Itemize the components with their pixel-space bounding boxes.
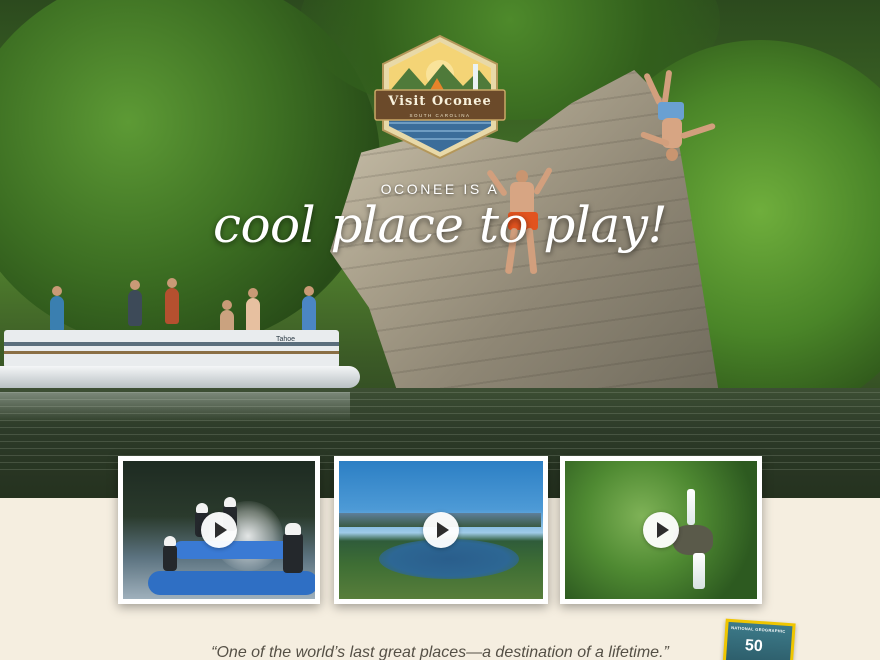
logo-subtitle: SOUTH CAROLINA xyxy=(409,113,471,118)
video-thumbnail-waterfall[interactable] xyxy=(565,461,757,599)
pontoon-boat: Tahoe xyxy=(0,278,362,422)
raft xyxy=(173,541,293,559)
boat-passenger xyxy=(165,278,179,324)
play-icon xyxy=(657,522,669,538)
boat-passenger xyxy=(302,286,316,332)
boat-stripe xyxy=(4,351,339,354)
waterfall xyxy=(693,553,705,589)
hero-headline: cool place to play! xyxy=(212,196,668,254)
boat-pontoon xyxy=(0,366,360,388)
magazine-number: 50 xyxy=(744,637,764,656)
raft xyxy=(148,571,315,595)
boat-passenger xyxy=(50,286,64,332)
helmet xyxy=(196,503,208,513)
magazine-brand: NATIONAL GEOGRAPHIC xyxy=(731,625,786,634)
waterfall xyxy=(687,489,695,525)
rock xyxy=(673,525,713,555)
magazine-cover: NATIONAL GEOGRAPHIC 50 xyxy=(725,621,793,660)
cliff-diver-upside-down xyxy=(639,69,730,165)
boat-reflection xyxy=(0,392,350,422)
national-geographic-badge[interactable]: NATIONAL GEOGRAPHIC 50 xyxy=(722,618,796,660)
video-card-lake[interactable] xyxy=(334,456,548,604)
testimonial-quote: “One of the world’s last great places—a … xyxy=(211,644,669,660)
play-icon xyxy=(215,522,227,538)
logo-title: Visit Oconee xyxy=(388,94,492,109)
play-button[interactable] xyxy=(201,512,237,548)
video-thumbnail-lake[interactable] xyxy=(339,461,543,599)
helmet xyxy=(164,536,176,546)
rafter xyxy=(283,533,303,573)
hero-kicker: OCONEE IS A xyxy=(380,181,500,197)
helmet xyxy=(285,523,301,535)
rafter xyxy=(163,545,177,571)
play-button[interactable] xyxy=(423,512,459,548)
play-button[interactable] xyxy=(643,512,679,548)
hero-banner: Tahoe Visit Oconee SOUTH CAROLINA OCONEE… xyxy=(0,0,880,498)
video-card-rafting[interactable] xyxy=(118,456,320,604)
video-thumbnail-rafting[interactable] xyxy=(123,461,315,599)
boat-passenger xyxy=(246,288,260,334)
video-gallery xyxy=(0,456,880,606)
helmet xyxy=(224,497,236,507)
boat-label: Tahoe xyxy=(276,336,296,343)
boat-passenger xyxy=(128,280,142,326)
play-icon xyxy=(437,522,449,538)
video-card-waterfall[interactable] xyxy=(560,456,762,604)
visit-oconee-logo[interactable]: Visit Oconee SOUTH CAROLINA xyxy=(373,34,507,160)
